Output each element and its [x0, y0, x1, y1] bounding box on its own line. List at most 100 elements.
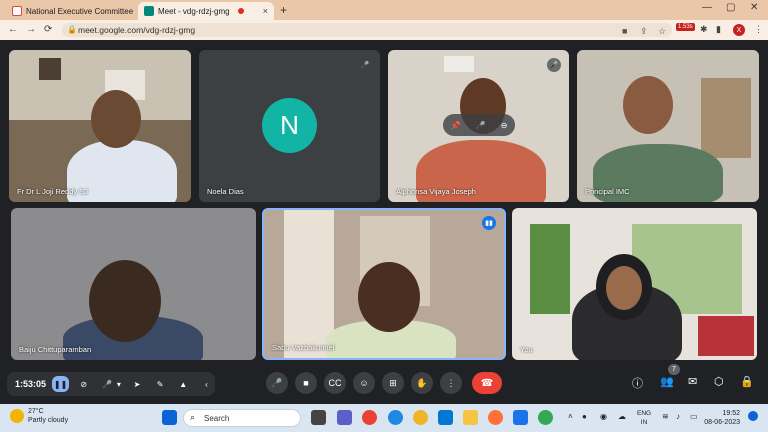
tray-app-icon[interactable]: ●: [582, 412, 587, 421]
show-hidden-icons[interactable]: ˄: [568, 412, 573, 421]
people-icon[interactable]: 👥: [660, 375, 674, 388]
participant-tile[interactable]: Principal IMC: [577, 50, 759, 202]
sidebar-icon[interactable]: ▮: [716, 24, 721, 35]
chat-icon[interactable]: ✉: [688, 375, 697, 388]
browser-tab-bar: National Executive Committee M × Meet - …: [0, 0, 768, 20]
pen-icon[interactable]: ✎: [152, 376, 169, 392]
chrome-icon[interactable]: [362, 410, 377, 425]
wifi-icon[interactable]: ≋: [662, 412, 669, 421]
new-tab-button[interactable]: +: [280, 3, 287, 17]
camera-off-icon[interactable]: ⊘: [75, 376, 92, 392]
more-options-button[interactable]: ⋮: [440, 372, 462, 394]
language-code: ENG: [637, 410, 652, 417]
participant-name: Principal IMC: [585, 187, 630, 196]
chrome-active-icon[interactable]: [538, 410, 553, 425]
extensions-icon[interactable]: ✱: [700, 24, 708, 35]
close-tab-icon[interactable]: ×: [259, 6, 268, 16]
forward-button[interactable]: →: [26, 24, 36, 35]
url-field[interactable]: 🔒 meet.google.com/vdg-rdzj-gmg ■ ⇪ ☆: [62, 23, 672, 37]
meet-app-icon[interactable]: [513, 410, 528, 425]
search-label: Search: [204, 413, 230, 423]
participant-tile[interactable]: You: [512, 208, 757, 360]
camera-button[interactable]: ■: [295, 372, 317, 394]
mic-off-icon: 🎤: [547, 58, 561, 72]
collapse-icon[interactable]: ‹: [198, 376, 215, 392]
chevron-down-icon[interactable]: ▾: [116, 376, 123, 392]
end-call-button[interactable]: ☎: [472, 372, 502, 394]
url-text: meet.google.com/vdg-rdzj-gmg: [78, 25, 196, 35]
volume-icon[interactable]: ♪: [676, 412, 680, 421]
weather-icon: [10, 409, 24, 423]
firefox-icon[interactable]: [488, 410, 503, 425]
info-icon[interactable]: ⓘ: [632, 375, 643, 391]
tab-national-executive[interactable]: National Executive Committee M ×: [6, 2, 136, 20]
participant-name: You: [520, 345, 533, 354]
camera-icon[interactable]: ■: [622, 26, 627, 36]
mail-icon[interactable]: [438, 410, 453, 425]
participant-tile[interactable]: Fr Dr L Joji Reddy SJ: [9, 50, 191, 202]
clock-date: 08-06-2023: [704, 419, 740, 426]
present-button[interactable]: ⊞: [382, 372, 404, 394]
mic-off-icon: 🎤: [358, 58, 372, 72]
annotation-toolbar: 1:53:05 ❚❚ ⊘ 🎤 ▾ ➤ ✎ ▲ ‹: [7, 372, 215, 396]
task-view-icon[interactable]: [311, 410, 326, 425]
search-box[interactable]: ⌕ Search: [183, 409, 301, 427]
participant-name: Sabu Vazhakunnel: [272, 343, 335, 352]
highlighter-icon[interactable]: ▲: [175, 376, 192, 392]
weather-temp: 27°C: [28, 408, 44, 415]
avatar: N: [262, 98, 317, 153]
region-code: IN: [640, 419, 648, 426]
file-explorer-icon[interactable]: [463, 410, 478, 425]
battery-icon[interactable]: ▭: [690, 412, 698, 421]
activities-icon[interactable]: ⬡: [714, 375, 724, 388]
address-bar-row: ← → ⟳ 🔒 meet.google.com/vdg-rdzj-gmg ■ ⇪…: [0, 20, 768, 40]
bookmark-star-icon[interactable]: ☆: [658, 26, 666, 37]
tab-title: Meet - vdg-rdzj-gmg: [158, 6, 230, 16]
lock-icon[interactable]: 🔒: [67, 25, 77, 34]
back-button[interactable]: ←: [8, 24, 18, 35]
mic-off-icon[interactable]: 🎤: [476, 121, 486, 130]
profile-avatar[interactable]: X: [733, 24, 745, 36]
meet-stage: Fr Dr L Joji Reddy SJ 🎤 N Noela Dias 🎤 📌…: [0, 40, 768, 404]
gmail-icon: [12, 6, 22, 16]
system-clock[interactable]: 19:52 08-06-2023: [700, 409, 740, 427]
start-button[interactable]: [162, 410, 177, 425]
maximize-button[interactable]: ▢: [726, 2, 735, 13]
mic-icon[interactable]: 🎤: [98, 376, 115, 392]
mic-button[interactable]: 🎤: [266, 372, 288, 394]
participant-tile[interactable]: Baiju Chittuparamban: [11, 208, 256, 360]
reload-button[interactable]: ⟳: [44, 24, 52, 35]
edge-icon[interactable]: [388, 410, 403, 425]
meeting-timer: 1:53:05: [15, 379, 47, 389]
taskbar: 27°C Partly cloudy ⌕ Search ˄ ● ◉ ☁ ENG …: [0, 404, 768, 432]
meeting-controls: 1:53:05 ❚❚ ⊘ 🎤 ▾ ➤ ✎ ▲ ‹ 🎤 ■ CC ☺ ⊞ ✋ ⋮ …: [0, 370, 768, 396]
tab-title: National Executive Committee M: [26, 6, 136, 16]
close-window-button[interactable]: ✕: [750, 2, 758, 13]
participant-tile[interactable]: 🎤 📌 🎤 ⊖ Alphonsa Vijaya Joseph: [388, 50, 569, 202]
meet-icon: [144, 6, 154, 16]
emoji-button[interactable]: ☺: [353, 372, 375, 394]
participant-tile[interactable]: 🎤 N Noela Dias: [199, 50, 380, 202]
raise-hand-button[interactable]: ✋: [411, 372, 433, 394]
menu-icon[interactable]: ⋮: [754, 24, 763, 35]
pause-button[interactable]: ❚❚: [52, 376, 70, 392]
tab-meet[interactable]: Meet - vdg-rdzj-gmg ×: [138, 2, 274, 20]
teams-icon[interactable]: [337, 410, 352, 425]
remove-icon[interactable]: ⊖: [501, 121, 508, 130]
participant-name: Fr Dr L Joji Reddy SJ: [17, 187, 88, 196]
tray-onedrive-icon[interactable]: ☁: [618, 412, 626, 421]
notifications-icon[interactable]: [748, 411, 758, 421]
host-controls-icon[interactable]: 🔒: [740, 375, 754, 388]
speaking-indicator-icon: ▮▮: [482, 216, 496, 230]
tray-chrome-icon[interactable]: ◉: [600, 412, 607, 421]
cursor-icon[interactable]: ➤: [128, 376, 145, 392]
language-indicator[interactable]: ENG IN: [637, 409, 651, 427]
minimize-button[interactable]: —: [702, 2, 712, 13]
extension-badge[interactable]: 1.53s: [676, 23, 695, 31]
captions-button[interactable]: CC: [324, 372, 346, 394]
pin-icon[interactable]: 📌: [451, 121, 461, 130]
participant-tile[interactable]: ▮▮ Sabu Vazhakunnel: [262, 208, 506, 360]
participant-name: Alphonsa Vijaya Joseph: [396, 187, 476, 196]
share-icon[interactable]: ⇪: [640, 26, 648, 37]
chrome-profile-icon[interactable]: [413, 410, 428, 425]
